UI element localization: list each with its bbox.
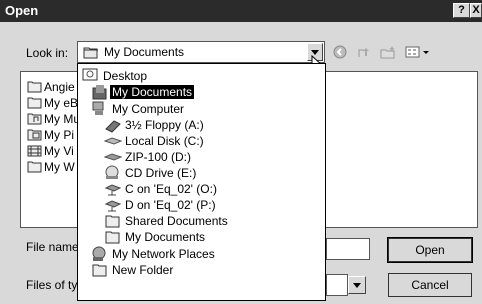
video-folder-icon (27, 145, 42, 157)
folder-icon (27, 97, 42, 109)
desktop-icon (82, 68, 98, 81)
network-drive-icon (104, 200, 122, 212)
up-folder-icon[interactable] (356, 45, 372, 59)
computer-icon (92, 101, 104, 115)
music-folder-icon (27, 113, 42, 125)
pictures-folder-icon (27, 129, 42, 141)
back-icon[interactable] (333, 45, 347, 59)
help-button[interactable]: ? (453, 3, 470, 18)
network-drive-icon (104, 184, 122, 196)
look-in-dropdown-list: Desktop My Documents My Computer 3½ Flop… (77, 63, 326, 301)
files-of-type-field[interactable] (326, 274, 348, 296)
open-button[interactable]: Open (387, 237, 473, 263)
folder-icon (92, 264, 107, 277)
network-places-icon (92, 246, 106, 261)
look-in-combo[interactable]: My Documents (77, 41, 325, 63)
title-bar: Open ? X (0, 0, 482, 22)
open-dialog: Open ? X Look in: My Documents Angie My … (0, 0, 482, 304)
folder-icon (27, 161, 42, 173)
my-documents-icon (92, 85, 107, 100)
new-folder-icon[interactable] (380, 45, 396, 59)
folder-icon (105, 215, 120, 228)
cancel-button[interactable]: Cancel (388, 273, 472, 297)
views-menu-icon[interactable] (405, 45, 431, 59)
window-title: Open (5, 3, 39, 18)
file-name-field[interactable] (326, 238, 370, 260)
files-of-type-label: Files of typ (26, 278, 85, 292)
look-in-value: My Documents (104, 45, 185, 59)
files-of-type-dropdown-button[interactable] (348, 276, 366, 294)
floppy-icon (105, 120, 121, 133)
file-name-label: File name (26, 240, 79, 254)
disk-icon (104, 137, 122, 145)
zip-drive-icon (104, 153, 122, 161)
close-button[interactable]: X (470, 3, 482, 18)
cd-drive-icon (105, 165, 119, 179)
folder-icon (83, 47, 98, 59)
folder-icon (105, 231, 120, 244)
folder-icon (27, 81, 42, 93)
look-in-label: Look in: (26, 46, 69, 60)
